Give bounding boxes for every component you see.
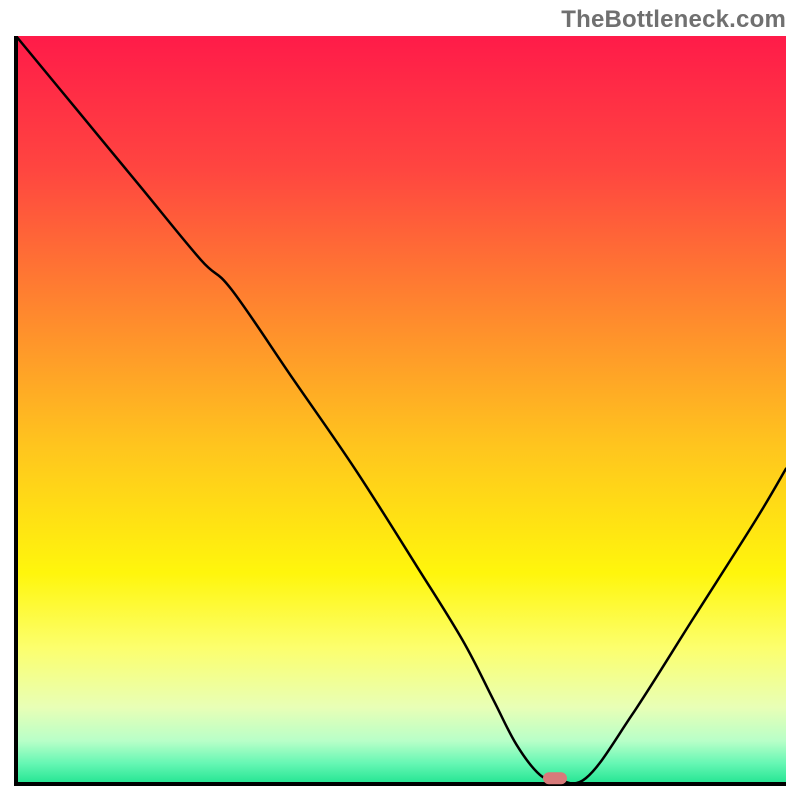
gradient-background <box>16 36 786 782</box>
chart-stage: TheBottleneck.com <box>0 0 800 800</box>
watermark-text: TheBottleneck.com <box>561 6 786 34</box>
chart-svg <box>14 36 786 786</box>
highlight-pill <box>543 772 567 784</box>
plot-area <box>14 36 786 786</box>
